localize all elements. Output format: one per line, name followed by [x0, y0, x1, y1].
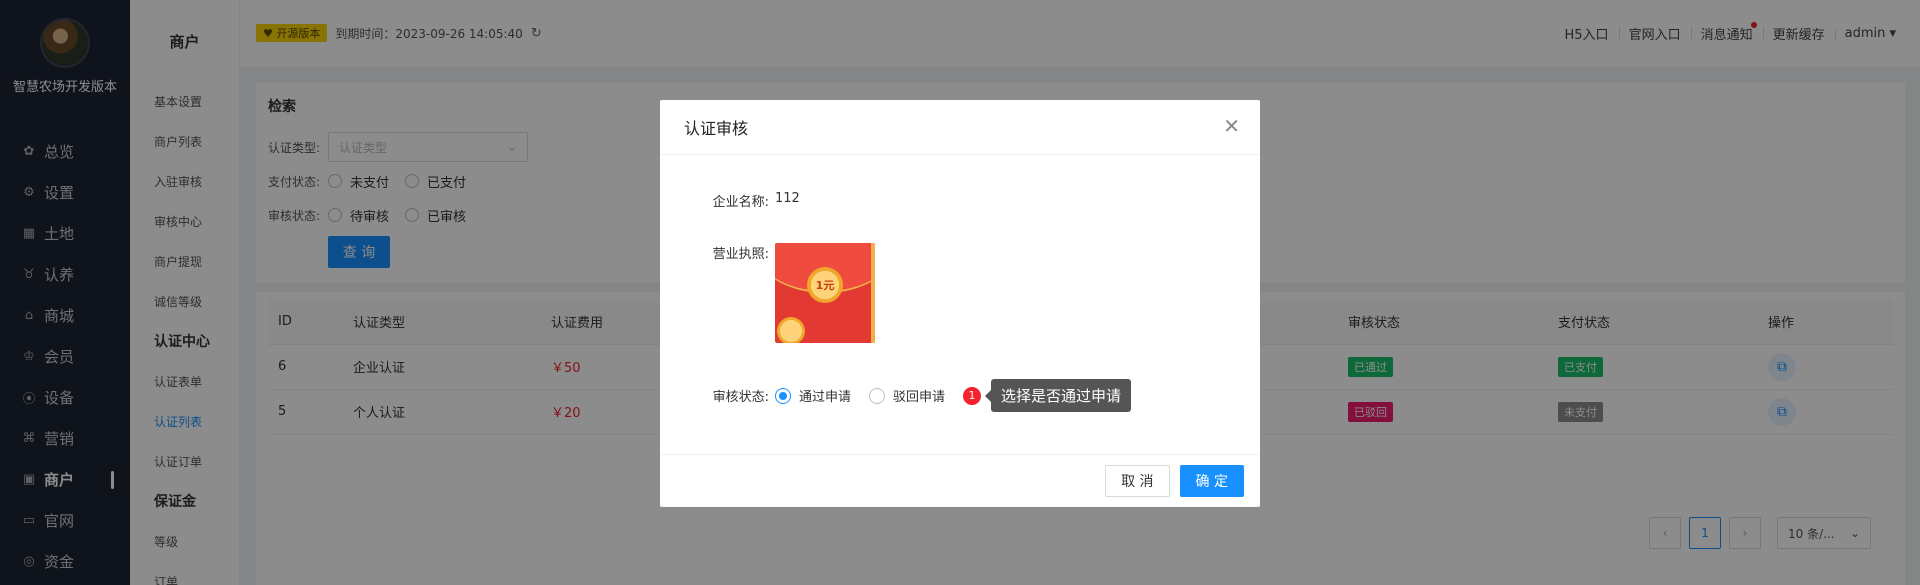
license-label: 营业执照: — [712, 247, 769, 262]
company-name-label: 企业名称: — [712, 195, 769, 210]
radio-pass[interactable]: 通过申请 — [775, 386, 851, 405]
confirm-button[interactable]: 确 定 — [1179, 465, 1244, 497]
cert-audit-modal: 认证审核 ✕ 企业名称: 112 营业执照: 1元 审核状态: 通过申请 驳回申… — [660, 100, 1260, 507]
company-name-value: 112 — [775, 191, 800, 206]
radio-reject-label: 驳回申请 — [893, 390, 946, 405]
modal-title: 认证审核 — [660, 100, 1260, 155]
step-badge: 1 — [963, 386, 982, 405]
cancel-button[interactable]: 取 消 — [1105, 465, 1170, 497]
radio-checked-icon — [775, 387, 791, 404]
radio-pass-label: 通过申请 — [799, 390, 852, 405]
audit-status-label: 审核状态: — [712, 390, 769, 405]
radio-icon — [869, 387, 886, 404]
coin-icon — [777, 317, 805, 343]
license-image[interactable]: 1元 — [775, 243, 875, 343]
modal-footer: 取 消 确 定 — [660, 454, 1260, 507]
close-icon[interactable]: ✕ — [1223, 116, 1240, 136]
guide-tooltip: 选择是否通过申请 — [985, 379, 1132, 412]
radio-reject[interactable]: 驳回申请 — [869, 386, 945, 405]
envelope-edge — [871, 243, 875, 343]
coin-icon: 1元 — [807, 267, 843, 303]
